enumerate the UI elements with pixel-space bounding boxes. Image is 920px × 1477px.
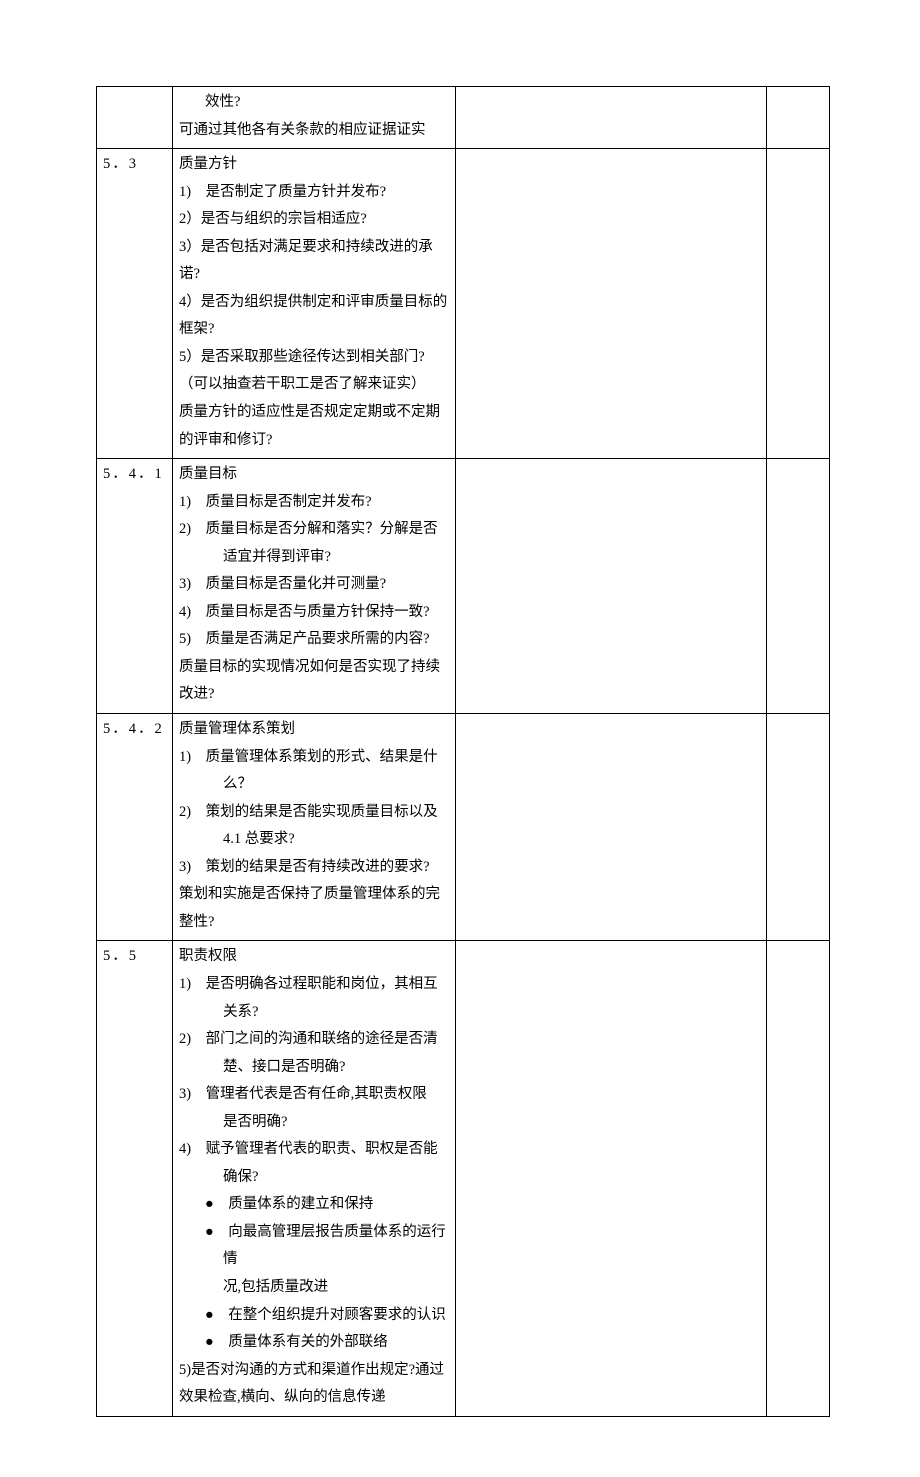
content-line: 5) 质量是否满足产品要求所需的内容? bbox=[179, 626, 451, 654]
content-line: ● 质量体系有关的外部联络 bbox=[179, 1329, 451, 1357]
content-line: 5）是否采取那些途径传达到相关部门? bbox=[179, 344, 451, 372]
content-line: 可通过其他各有关条款的相应证据证实 bbox=[179, 117, 451, 145]
content-line: 质量目标 bbox=[179, 461, 451, 489]
clause-number: 5．4．2 bbox=[103, 721, 164, 737]
evidence-cell bbox=[456, 459, 767, 714]
content-line: 1) 质量管理体系策划的形式、结果是什 bbox=[179, 744, 451, 772]
content-line: 3) 策划的结果是否有持续改进的要求? bbox=[179, 854, 451, 882]
content-line: 么？ bbox=[179, 771, 451, 799]
checklist-table: 效性?可通过其他各有关条款的相应证据证实 5．3 质量方针1) 是否制定了质量方针并… bbox=[96, 86, 830, 1417]
table-row: 5．5 职责权限1) 是否明确各过程职能和岗位，其相互关系?2) 部门之间的沟通和… bbox=[97, 941, 830, 1416]
clause-number-cell: 5．4．1 bbox=[97, 459, 173, 714]
evidence-cell bbox=[456, 149, 767, 459]
content-line: 效性? bbox=[179, 89, 451, 117]
content-cell: 质量管理体系策划1) 质量管理体系策划的形式、结果是什么？2) 策划的结果是否能… bbox=[173, 714, 456, 941]
content-line: 确保? bbox=[179, 1164, 451, 1192]
content-line: 2) 部门之间的沟通和联络的途径是否清 bbox=[179, 1026, 451, 1054]
content-line: 1) 是否制定了质量方针并发布? bbox=[179, 179, 451, 207]
result-cell bbox=[766, 459, 829, 714]
content-line: 关系? bbox=[179, 999, 451, 1027]
content-line: 3) 质量目标是否量化并可测量? bbox=[179, 571, 451, 599]
content-line: 质量方针 bbox=[179, 151, 451, 179]
result-cell bbox=[766, 941, 829, 1416]
result-cell bbox=[766, 714, 829, 941]
content-line: 职责权限 bbox=[179, 943, 451, 971]
content-line: 质量管理体系策划 bbox=[179, 716, 451, 744]
result-cell bbox=[766, 87, 829, 149]
table-row: 效性?可通过其他各有关条款的相应证据证实 bbox=[97, 87, 830, 149]
content-line: ● 在整个组织提升对顾客要求的认识 bbox=[179, 1302, 451, 1330]
evidence-cell bbox=[456, 941, 767, 1416]
content-cell: 质量目标1) 质量目标是否制定并发布?2) 质量目标是否分解和落实？分解是否适宜… bbox=[173, 459, 456, 714]
content-line: 4.1 总要求? bbox=[179, 826, 451, 854]
evidence-cell bbox=[456, 87, 767, 149]
table-row: 5．4．1 质量目标1) 质量目标是否制定并发布?2) 质量目标是否分解和落实？分… bbox=[97, 459, 830, 714]
content-line: 4）是否为组织提供制定和评审质量目标的框架? bbox=[179, 289, 451, 344]
clause-number-cell: 5．5 bbox=[97, 941, 173, 1416]
content-line: 5)是否对沟通的方式和渠道作出规定?通过效果检查,横向、纵向的信息传递 bbox=[179, 1357, 451, 1412]
evidence-cell bbox=[456, 714, 767, 941]
content-line: 3) 管理者代表是否有任命,其职责权限 bbox=[179, 1081, 451, 1109]
content-line: 2) 策划的结果是否能实现质量目标以及 bbox=[179, 799, 451, 827]
content-line: （可以抽查若干职工是否了解来证实） bbox=[179, 371, 451, 399]
content-line: 4) 赋予管理者代表的职责、职权是否能 bbox=[179, 1136, 451, 1164]
content-line: 质量目标的实现情况如何是否实现了持续改进? bbox=[179, 654, 451, 709]
content-line: 适宜并得到评审? bbox=[179, 544, 451, 572]
content-line: 2) 质量目标是否分解和落实？分解是否 bbox=[179, 516, 451, 544]
result-cell bbox=[766, 149, 829, 459]
clause-number: 5．3 bbox=[103, 156, 138, 172]
document-page: 效性?可通过其他各有关条款的相应证据证实 5．3 质量方针1) 是否制定了质量方针并… bbox=[0, 0, 920, 1477]
clause-number-cell bbox=[97, 87, 173, 149]
table-row: 5．3 质量方针1) 是否制定了质量方针并发布?2）是否与组织的宗旨相适应?3）是… bbox=[97, 149, 830, 459]
clause-number: 5．4．1 bbox=[103, 466, 164, 482]
content-line: 是否明确? bbox=[179, 1109, 451, 1137]
content-line: 3）是否包括对满足要求和持续改进的承诺? bbox=[179, 234, 451, 289]
content-line: 2）是否与组织的宗旨相适应? bbox=[179, 206, 451, 234]
content-cell: 效性?可通过其他各有关条款的相应证据证实 bbox=[173, 87, 456, 149]
content-line: 策划和实施是否保持了质量管理体系的完整性? bbox=[179, 881, 451, 936]
clause-number-cell: 5．3 bbox=[97, 149, 173, 459]
content-cell: 职责权限1) 是否明确各过程职能和岗位，其相互关系?2) 部门之间的沟通和联络的… bbox=[173, 941, 456, 1416]
content-line: 1) 是否明确各过程职能和岗位，其相互 bbox=[179, 971, 451, 999]
table-row: 5．4．2 质量管理体系策划1) 质量管理体系策划的形式、结果是什么？2) 策划的… bbox=[97, 714, 830, 941]
content-line: 4) 质量目标是否与质量方针保持一致? bbox=[179, 599, 451, 627]
content-cell: 质量方针1) 是否制定了质量方针并发布?2）是否与组织的宗旨相适应?3）是否包括… bbox=[173, 149, 456, 459]
clause-number: 5．5 bbox=[103, 948, 138, 964]
clause-number-cell: 5．4．2 bbox=[97, 714, 173, 941]
content-line: 楚、接口是否明确? bbox=[179, 1054, 451, 1082]
content-line: ● 质量体系的建立和保持 bbox=[179, 1191, 451, 1219]
content-line: ● 向最高管理层报告质量体系的运行情 bbox=[179, 1219, 451, 1274]
content-line: 质量方针的适应性是否规定定期或不定期的评审和修订? bbox=[179, 399, 451, 454]
content-line: 1) 质量目标是否制定并发布? bbox=[179, 489, 451, 517]
content-line: 况,包括质量改进 bbox=[179, 1274, 451, 1302]
